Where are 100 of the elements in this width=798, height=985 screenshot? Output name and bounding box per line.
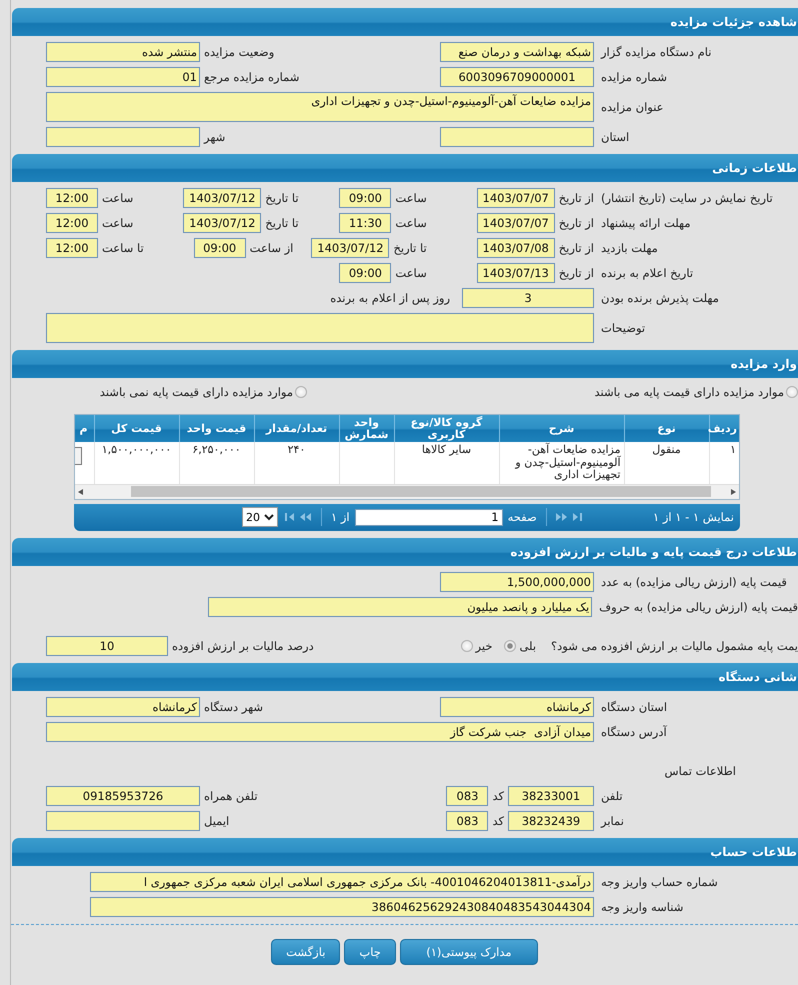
field-label: توضیحات [600, 321, 646, 335]
field-label: ایمیل [204, 814, 230, 828]
input-field[interactable]: 09:00 [194, 238, 246, 258]
field-label: کد [492, 814, 504, 828]
input-field[interactable]: کرمانشاه [440, 696, 594, 716]
input-field[interactable]: 11:30 [339, 213, 392, 233]
input-field[interactable] [46, 127, 200, 147]
input-field[interactable]: 1403/07/12 [183, 188, 262, 208]
field-label: درصد مالیات بر ارزش افزوده [172, 638, 314, 652]
field-label: عنوان مزایده [600, 100, 665, 114]
field-label: استان دستگاه [600, 700, 668, 714]
field-label: وضعیت مزایده [204, 45, 274, 59]
field-label: شماره مزایده [600, 70, 668, 84]
text-area[interactable]: مزایده ضایعات آهن-آلومینیوم-استیل-چدن و تجهیزات اداری [46, 92, 594, 122]
field-label: شهر دستگاه [204, 700, 264, 714]
radio-button[interactable] [504, 640, 516, 652]
input-field[interactable]: منتشر شده [46, 42, 200, 62]
back-button[interactable]: بازگشت [271, 938, 340, 964]
double-arrow-icon[interactable] [556, 512, 568, 522]
column-header: واحد شمارش [339, 415, 394, 442]
radio-button[interactable] [460, 640, 472, 652]
column-header: تعداد/مقدار [254, 415, 339, 442]
field-label: شماره مزایده مرجع [204, 70, 300, 84]
field-label: آدرس دستگاه [600, 724, 668, 738]
option-label: خیر [476, 638, 492, 652]
field-label: از تاریخ [558, 191, 594, 205]
input-field[interactable]: درآمدی-4001046204013811- بانک مرکزی جمهوری اسلامی ایران شعبه مرکزی جمهوری ا [90, 872, 594, 892]
double-arrow-icon[interactable] [300, 512, 312, 522]
input-field[interactable]: 09:00 [339, 263, 392, 283]
field-label: قیمت پایه (ارزش ریالی مزایده) به حروف [598, 600, 798, 614]
arrow-bar-icon[interactable] [283, 512, 295, 522]
radio-button[interactable] [786, 386, 798, 398]
input-field[interactable]: 083 [446, 810, 488, 830]
field-label: قیمت پایه (ارزش ریالی مزایده) به عدد [600, 574, 788, 588]
input-field[interactable]: 38232439 [508, 810, 594, 830]
page-size-select[interactable]: 20 [242, 507, 278, 527]
input-field[interactable]: 10 [46, 636, 168, 656]
field-label: تاریخ نمایش در سایت (تاریخ انتشار) [600, 191, 774, 205]
input-field[interactable]: میدان آزادی جنب شرکت گاز [46, 722, 594, 742]
input-field[interactable]: 1403/07/08 [476, 238, 555, 258]
field-label: ساعت [395, 191, 427, 205]
input-field[interactable]: 1403/07/07 [476, 188, 555, 208]
field-label: از تاریخ [558, 241, 594, 255]
field-label: تا ساعت [102, 241, 144, 255]
input-field[interactable]: 1403/07/07 [476, 213, 555, 233]
field-label: تاریخ اعلام به برنده [600, 266, 694, 280]
option-label: موارد مزایده دارای قیمت پایه می باشند [594, 385, 784, 399]
radio-button[interactable] [295, 386, 307, 398]
field-label: تا تاریخ [265, 191, 299, 205]
input-field[interactable]: شبکه بهداشت و درمان صنع [440, 42, 594, 62]
section-header: شاهده جزئیات مزایده [12, 8, 798, 36]
field-label: نام دستگاه مزایده گزار [600, 45, 712, 59]
input-field[interactable]: 09:00 [339, 188, 392, 208]
column-header: گروه کالا/نوع کاربری [394, 415, 499, 442]
page-input[interactable]: 1 [354, 508, 503, 526]
input-field[interactable]: 12:00 [46, 213, 98, 233]
section-header: طلاعات حساب [12, 838, 798, 866]
input-field[interactable]: 083 [446, 786, 488, 806]
input-field[interactable]: 386046256292430840483543044304 [90, 896, 594, 916]
input-field[interactable]: کرمانشاه [46, 696, 200, 716]
input-field[interactable]: 12:00 [46, 188, 98, 208]
field-label: ساعت [102, 191, 134, 205]
arrow-bar-icon[interactable] [572, 512, 585, 522]
field-label: مهلت پذیرش برنده بودن [600, 291, 720, 305]
input-field[interactable]: 1,500,000,000 [440, 572, 594, 592]
input-field[interactable]: 1403/07/12 [311, 238, 390, 258]
field-label: شناسه واریز وجه [600, 900, 684, 914]
input-field[interactable] [440, 127, 594, 147]
field-label: از تاریخ [558, 216, 594, 230]
input-field[interactable]: 38233001 [508, 786, 594, 806]
text-area[interactable] [46, 313, 594, 343]
input-field[interactable]: 12:00 [46, 238, 98, 258]
input-field[interactable]: 09185953726 [46, 786, 200, 806]
input-field[interactable] [46, 810, 200, 830]
field-label: روز پس از اعلام به برنده [330, 291, 450, 305]
column-header: نوع [624, 415, 709, 442]
print-button[interactable]: چاپ [344, 938, 396, 964]
group-label: اطلاعات تماس [664, 764, 736, 778]
section-header: طلاعات زمانی [12, 154, 798, 182]
input-field[interactable]: 3 [462, 288, 594, 308]
pager-summary: نمایش ۱ - ۱ از ۱ [652, 510, 734, 524]
horizontal-scrollbar[interactable] [75, 484, 739, 498]
field-label: ساعت [395, 266, 427, 280]
input-field[interactable]: 1403/07/13 [476, 263, 555, 283]
column-header: شرح [499, 415, 624, 442]
field-label: شهر [204, 130, 226, 144]
input-field[interactable]: 6003096709000001 [440, 67, 594, 87]
input-field[interactable]: 1403/07/12 [183, 213, 262, 233]
section-header: طلاعات درج قیمت پایه و مالیات بر ارزش افزوده [12, 538, 798, 566]
field-label: یمت پایه مشمول مالیات بر ارزش افزوده می شود؟ [550, 638, 798, 652]
column-header: م [75, 415, 94, 442]
attachments-button[interactable]: مدارک پیوستی(۱) [400, 938, 538, 964]
field-label: کد [492, 788, 504, 802]
row-button[interactable] [75, 447, 82, 465]
input-field[interactable]: یک میلیارد و پانصد میلیون [208, 596, 592, 616]
input-field[interactable]: 01 [46, 67, 200, 87]
option-label: موارد مزایده دارای قیمت پایه نمی باشند [100, 385, 293, 399]
field-label: تا تاریخ [393, 241, 427, 255]
field-label: تلفن [600, 788, 624, 802]
chevron-icon [264, 513, 274, 521]
